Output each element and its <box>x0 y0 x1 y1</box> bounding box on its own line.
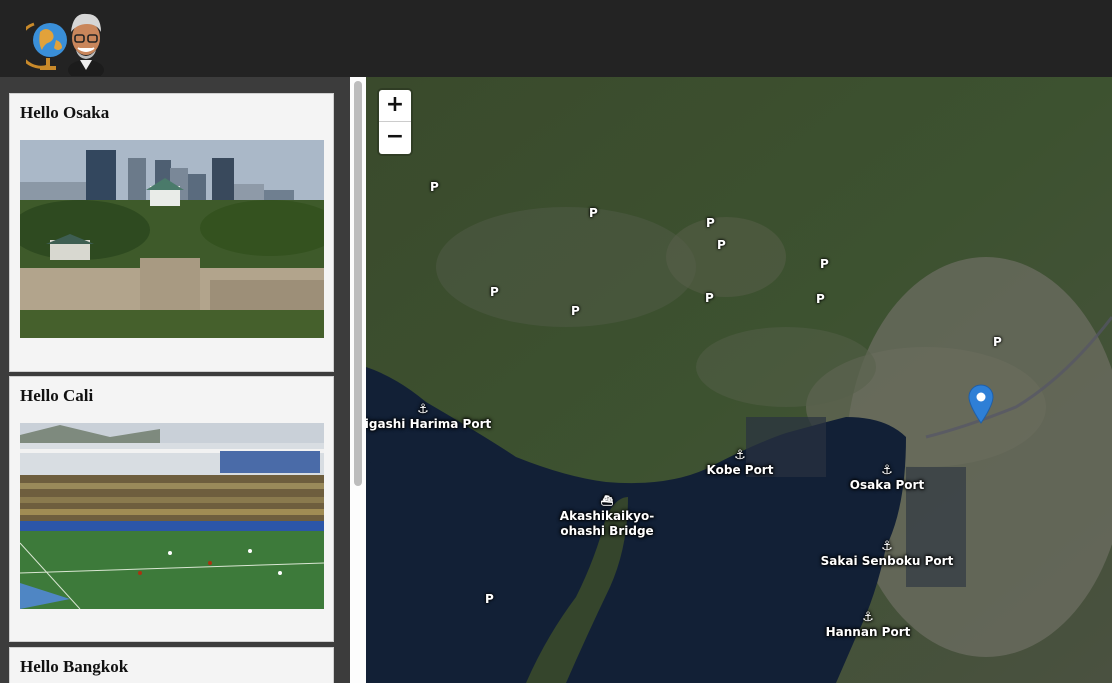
satellite-map[interactable]: + − P P P P P P P P P P P ⚓ Higashi Hari… <box>366 77 1112 683</box>
parking-icon[interactable]: P <box>820 257 829 271</box>
city-card-cali[interactable]: Hello Cali <box>9 376 334 642</box>
city-card-bangkok[interactable]: Hello Bangkok <box>9 647 334 683</box>
parking-icon[interactable]: P <box>490 285 499 299</box>
zoom-in-button[interactable]: + <box>379 90 411 121</box>
label-text: Kobe Port <box>706 463 774 477</box>
label-text: Higashi Harima Port <box>366 417 492 431</box>
anchor-icon: ⚓ <box>417 402 429 417</box>
parking-icon[interactable]: P <box>705 291 714 305</box>
parking-icon[interactable]: P <box>485 592 494 606</box>
sidebar: Hello Osaka Hello Cali Hello Bangkok <box>0 77 366 683</box>
anchor-icon: ⚓ <box>881 463 893 478</box>
anchor-icon: ⚓ <box>881 539 893 554</box>
anchor-icon: ⚓ <box>734 448 746 463</box>
parking-icon[interactable]: P <box>717 238 726 252</box>
card-title: Hello Cali <box>20 386 94 405</box>
osaka-castle-photo <box>20 140 324 338</box>
label-text: Sakai Senboku Port <box>820 554 954 568</box>
bridge-icon: ⛴ <box>600 496 614 507</box>
map-label-sakai-senboku-port[interactable]: ⚓ Sakai Senboku Port <box>821 539 954 569</box>
location-marker-icon[interactable] <box>968 384 994 424</box>
zoom-out-button[interactable]: − <box>379 122 411 153</box>
top-bar <box>0 0 1112 77</box>
map-label-kobe-port[interactable]: ⚓ Kobe Port <box>707 448 774 478</box>
parking-icon[interactable]: P <box>589 206 598 220</box>
globe-avatar-logo-icon[interactable] <box>26 10 106 76</box>
card-list: Hello Osaka Hello Cali Hello Bangkok <box>0 77 350 683</box>
parking-icon[interactable]: P <box>430 180 439 194</box>
label-text: Hannan Port <box>825 625 911 639</box>
anchor-icon: ⚓ <box>862 610 874 625</box>
satellite-imagery <box>366 77 1112 683</box>
sidebar-scrollbar-thumb[interactable] <box>354 81 362 486</box>
soccer-stadium-photo <box>20 423 324 609</box>
map-label-osaka-port[interactable]: ⚓ Osaka Port <box>850 463 924 493</box>
zoom-control: + − <box>379 90 411 154</box>
label-text-line1: Akashikaikyo- <box>559 509 655 523</box>
map-label-hannan-port[interactable]: ⚓ Hannan Port <box>826 610 911 640</box>
parking-icon[interactable]: P <box>706 216 715 230</box>
parking-icon[interactable]: P <box>993 335 1002 349</box>
city-card-osaka[interactable]: Hello Osaka <box>9 93 334 372</box>
map-label-akashi-bridge[interactable]: ⛴ Akashikaikyo- ohashi Bridge <box>560 494 654 539</box>
label-text-line2: ohashi Bridge <box>560 524 654 538</box>
card-title: Hello Osaka <box>20 103 110 122</box>
map-label-higashi-harima-port[interactable]: ⚓ Higashi Harima Port <box>366 402 491 432</box>
card-title: Hello Bangkok <box>20 657 129 676</box>
label-text: Osaka Port <box>849 478 925 492</box>
parking-icon[interactable]: P <box>571 304 580 318</box>
parking-icon[interactable]: P <box>816 292 825 306</box>
